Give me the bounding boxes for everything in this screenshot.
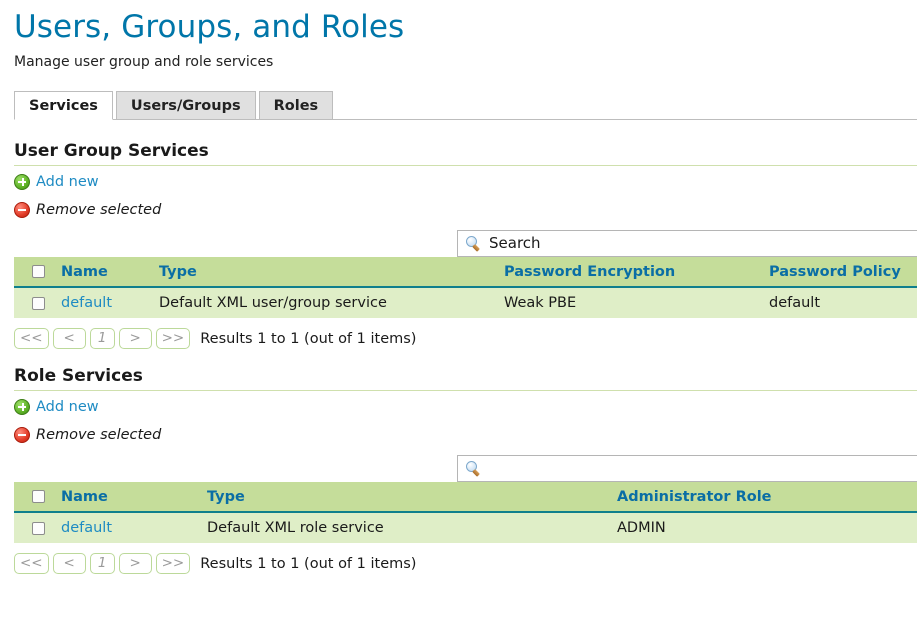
ugs-search-box[interactable]: Search: [457, 230, 917, 257]
tab-services[interactable]: Services: [14, 91, 113, 120]
plus-circle-icon: [14, 174, 30, 190]
rs-select-all-header[interactable]: [14, 482, 61, 512]
rs-col-name[interactable]: Name: [61, 482, 207, 512]
ugs-name-link[interactable]: default: [61, 295, 112, 311]
ugs-select-all-header[interactable]: [14, 257, 61, 287]
minus-circle-icon: [14, 202, 30, 218]
rs-pager-prev[interactable]: <: [53, 553, 86, 574]
rs-cell-administrator-role: ADMIN: [617, 512, 917, 543]
tab-users-groups[interactable]: Users/Groups: [116, 91, 256, 120]
table-row: default Default XML role service ADMIN: [14, 512, 917, 543]
ugs-cell-type: Default XML user/group service: [159, 287, 504, 318]
row-select-checkbox[interactable]: [32, 297, 45, 310]
user-group-services-table: Name Type Password Encryption Password P…: [14, 257, 917, 318]
page-subtitle: Manage user group and role services: [14, 53, 917, 71]
ugs-col-password-encryption[interactable]: Password Encryption: [504, 257, 769, 287]
section-divider: [14, 390, 917, 391]
ugs-pager-last[interactable]: >>: [156, 328, 191, 349]
ugs-add-new-row[interactable]: Add new: [14, 169, 917, 194]
section-divider: [14, 165, 917, 166]
rs-remove-selected-row[interactable]: Remove selected: [14, 422, 917, 447]
tab-roles[interactable]: Roles: [259, 91, 334, 120]
role-services-heading: Role Services: [14, 365, 917, 387]
table-header-row: Name Type Password Encryption Password P…: [14, 257, 917, 287]
rs-remove-selected-label[interactable]: Remove selected: [36, 427, 161, 443]
rs-cell-name[interactable]: default: [61, 512, 207, 543]
rs-row-checkbox-cell[interactable]: [14, 512, 61, 543]
rs-pager: << < 1 > >> Results 1 to 1 (out of 1 ite…: [14, 549, 917, 578]
rs-pager-page-1[interactable]: 1: [90, 553, 115, 574]
ugs-col-password-policy[interactable]: Password Policy: [769, 257, 917, 287]
tab-bar: ServicesUsers/GroupsRoles: [14, 91, 917, 120]
user-group-services-heading: User Group Services: [14, 140, 917, 162]
role-services-section: Role Services Add new Remove selected: [14, 365, 917, 578]
ugs-col-name[interactable]: Name: [61, 257, 159, 287]
rs-pager-last[interactable]: >>: [156, 553, 191, 574]
ugs-search-input[interactable]: Search: [489, 231, 541, 256]
role-services-table: Name Type Administrator Role default Def…: [14, 482, 917, 543]
rs-pager-results: Results 1 to 1 (out of 1 items): [200, 556, 416, 572]
search-icon: [466, 236, 482, 252]
ugs-pager-results: Results 1 to 1 (out of 1 items): [200, 331, 416, 347]
ugs-cell-password-encryption: Weak PBE: [504, 287, 769, 318]
ugs-pager-first[interactable]: <<: [14, 328, 49, 349]
plus-circle-icon: [14, 399, 30, 415]
rs-col-type[interactable]: Type: [207, 482, 617, 512]
ugs-remove-selected-row[interactable]: Remove selected: [14, 197, 917, 222]
ugs-cell-password-policy: default: [769, 287, 917, 318]
rs-col-administrator-role[interactable]: Administrator Role: [617, 482, 917, 512]
select-all-checkbox[interactable]: [32, 490, 45, 503]
rs-pager-first[interactable]: <<: [14, 553, 49, 574]
ugs-row-checkbox-cell[interactable]: [14, 287, 61, 318]
ugs-pager: << < 1 > >> Results 1 to 1 (out of 1 ite…: [14, 324, 917, 353]
page-root: Users, Groups, and Roles Manage user gro…: [0, 8, 917, 578]
row-select-checkbox[interactable]: [32, 522, 45, 535]
search-icon: [466, 461, 482, 477]
ugs-pager-page-1[interactable]: 1: [90, 328, 115, 349]
ugs-add-new-link[interactable]: Add new: [36, 174, 99, 190]
select-all-checkbox[interactable]: [32, 265, 45, 278]
ugs-pager-prev[interactable]: <: [53, 328, 86, 349]
ugs-pager-next[interactable]: >: [119, 328, 152, 349]
rs-add-new-link[interactable]: Add new: [36, 399, 99, 415]
ugs-remove-selected-label[interactable]: Remove selected: [36, 202, 161, 218]
rs-cell-type: Default XML role service: [207, 512, 617, 543]
page-title: Users, Groups, and Roles: [14, 8, 917, 46]
table-row: default Default XML user/group service W…: [14, 287, 917, 318]
ugs-col-type[interactable]: Type: [159, 257, 504, 287]
rs-name-link[interactable]: default: [61, 520, 112, 536]
rs-add-new-row[interactable]: Add new: [14, 394, 917, 419]
minus-circle-icon: [14, 427, 30, 443]
ugs-cell-name[interactable]: default: [61, 287, 159, 318]
rs-pager-next[interactable]: >: [119, 553, 152, 574]
table-header-row: Name Type Administrator Role: [14, 482, 917, 512]
rs-search-box[interactable]: [457, 455, 917, 482]
user-group-services-section: User Group Services Add new Remove selec…: [14, 140, 917, 353]
